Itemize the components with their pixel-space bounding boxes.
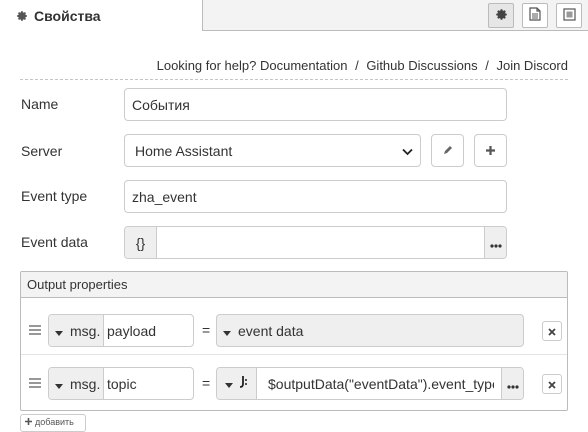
caret-down-icon <box>55 323 63 339</box>
property-type-selector[interactable]: msg. <box>49 368 104 399</box>
join-discord-link[interactable]: Join Discord <box>496 58 568 73</box>
output-properties-header: Output properties <box>21 272 567 298</box>
gear-icon <box>16 10 28 22</box>
name-input[interactable]: События <box>124 88 507 121</box>
jsonata-icon <box>238 375 248 393</box>
event-data-type-selector[interactable]: {} <box>125 227 157 258</box>
event-type-input[interactable]: zha_event <box>124 180 507 213</box>
help-separator: / <box>355 58 359 73</box>
help-links: Looking for help? Documentation / Github… <box>20 58 568 80</box>
event-type-label: Event type <box>21 188 88 204</box>
server-select[interactable]: Home Assistant <box>124 134 421 167</box>
output-properties-panel: Output properties msg. payload = event d… <box>20 271 568 411</box>
add-server-button[interactable] <box>474 134 507 167</box>
server-select-value: Home Assistant <box>135 142 233 159</box>
property-target-input[interactable]: msg. payload <box>48 314 194 347</box>
pencil-icon <box>442 143 454 159</box>
property-name: topic <box>107 375 137 392</box>
remove-row-button[interactable] <box>542 374 562 394</box>
json-type-icon: {} <box>135 234 146 251</box>
help-prefix: Looking for help? <box>156 58 257 73</box>
property-name: payload <box>107 322 157 339</box>
property-prefix: msg. <box>70 322 101 339</box>
close-icon <box>548 376 556 392</box>
property-target-input[interactable]: msg. topic <box>48 367 194 400</box>
server-label: Server <box>21 143 63 159</box>
equals-sign: = <box>202 375 211 391</box>
property-expression-input[interactable]: $outputData("eventData").event_type <box>216 367 524 400</box>
property-value-select[interactable]: event data <box>216 314 524 347</box>
help-separator: / <box>485 58 489 73</box>
chevron-down-icon <box>402 143 413 159</box>
frame-icon <box>562 7 576 24</box>
remove-row-button[interactable] <box>542 321 562 341</box>
caret-down-icon <box>55 376 63 392</box>
appearance-tab-button[interactable] <box>556 3 582 28</box>
caret-down-icon <box>225 376 233 392</box>
tab-bar: Свойства <box>0 0 588 31</box>
ellipsis-icon <box>489 235 502 251</box>
github-discussions-link[interactable]: Github Discussions <box>366 58 477 73</box>
output-property-row: msg. topic = $outputData("eventData").ev… <box>21 354 567 404</box>
edit-server-button[interactable] <box>431 134 464 167</box>
tab-properties[interactable]: Свойства <box>0 0 203 31</box>
caret-down-icon <box>223 323 231 339</box>
gear-icon <box>495 8 508 24</box>
event-type-input-value: zha_event <box>132 188 197 205</box>
tab-title: Свойства <box>34 7 101 24</box>
drag-handle-icon[interactable] <box>29 375 41 391</box>
expression-editor-button[interactable] <box>501 368 523 399</box>
event-data-label: Event data <box>21 234 88 250</box>
add-button-label: добавить <box>35 417 74 427</box>
property-expression-value: $outputData("eventData").event_type <box>268 375 494 392</box>
plus-icon <box>485 143 496 159</box>
drag-handle-icon[interactable] <box>29 322 41 338</box>
description-tab-button[interactable] <box>522 3 548 28</box>
ellipsis-icon <box>506 376 519 392</box>
event-data-expand-button[interactable] <box>484 227 506 258</box>
property-prefix: msg. <box>70 375 101 392</box>
name-label: Name <box>21 96 59 112</box>
output-properties-title: Output properties <box>27 277 128 292</box>
add-output-property-button[interactable]: добавить <box>20 414 86 432</box>
plus-icon <box>25 417 32 429</box>
property-value: event data <box>238 322 304 339</box>
settings-tab-button[interactable] <box>488 3 514 28</box>
event-data-input[interactable]: {} <box>124 226 507 259</box>
equals-sign: = <box>202 322 211 338</box>
document-icon <box>529 7 541 24</box>
documentation-link[interactable]: Documentation <box>260 58 347 73</box>
jsonata-type-selector[interactable] <box>217 368 257 399</box>
property-type-selector[interactable]: msg. <box>49 315 104 346</box>
name-input-value: События <box>132 96 190 113</box>
close-icon <box>548 323 556 339</box>
output-property-row: msg. payload = event data <box>21 302 567 352</box>
